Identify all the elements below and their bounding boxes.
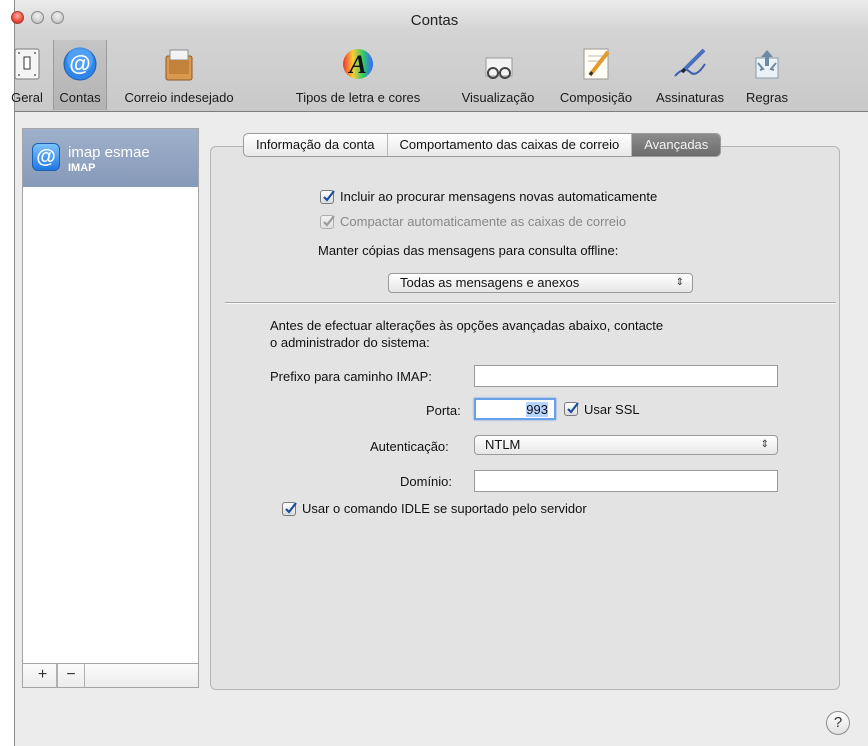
toolbar-label-composicao: Composição xyxy=(559,90,633,105)
checkmark-icon xyxy=(323,190,335,202)
keep-copies-popup[interactable]: Todas as mensagens e anexos ⇕ xyxy=(388,273,693,293)
toolbar-item-correio-indesejado[interactable]: Correio indesejado xyxy=(105,40,253,110)
port-label: Porta: xyxy=(426,403,461,418)
use-ssl-checkbox[interactable] xyxy=(564,402,579,416)
toolbar-label-assinaturas: Assinaturas xyxy=(656,90,724,105)
toolbar-item-visualizacao[interactable]: Visualização xyxy=(451,40,545,110)
use-ssl-label: Usar SSL xyxy=(584,402,640,417)
svg-text:@: @ xyxy=(69,51,90,76)
window-title: Contas xyxy=(410,12,459,29)
domain-label: Domínio: xyxy=(400,474,453,489)
section-divider xyxy=(225,302,836,304)
checkmark-icon xyxy=(285,502,297,514)
port-value: 993 xyxy=(526,402,548,417)
include-new-mail-label: Incluir ao procurar mensagens novas auto… xyxy=(340,189,658,204)
font-color-icon: A xyxy=(340,46,376,82)
signature-pen-icon xyxy=(672,46,708,82)
accounts-list-footer: + − xyxy=(23,663,198,687)
authentication-popup[interactable]: NTLM ⇕ xyxy=(474,435,778,455)
imap-prefix-field[interactable] xyxy=(474,365,778,387)
toolbar-label-visualizacao: Visualização xyxy=(461,90,535,105)
titlebar-toolbar: Contas Geral @ Contas Correio indesejado… xyxy=(11,0,868,112)
keep-copies-label: Manter cópias das mensagens para consult… xyxy=(318,243,619,258)
toolbar-item-composicao[interactable]: Composição xyxy=(549,40,643,110)
authentication-value: NTLM xyxy=(485,437,521,452)
updown-arrow-icon: ⇕ xyxy=(675,277,684,288)
include-new-mail-checkbox[interactable] xyxy=(320,190,335,204)
checkmark-icon xyxy=(323,215,335,227)
account-name: imap esmae xyxy=(68,144,150,161)
toolbar-label-contas: Contas xyxy=(59,90,101,105)
tab-informacao-da-conta[interactable]: Informação da conta xyxy=(244,134,388,156)
domain-field[interactable] xyxy=(474,470,778,492)
compact-mailboxes-checkbox[interactable] xyxy=(320,215,335,229)
help-button[interactable]: ? xyxy=(826,711,850,735)
toolbar-label-geral: Geral xyxy=(11,90,43,105)
account-row-imap-esmae[interactable]: @ imap esmae IMAP xyxy=(23,129,198,187)
toolbar-item-assinaturas[interactable]: Assinaturas xyxy=(647,40,733,110)
at-sign-icon: @ xyxy=(32,143,60,171)
accounts-list: @ imap esmae IMAP + − xyxy=(22,128,199,688)
port-field[interactable]: 993 xyxy=(474,398,556,420)
toolbar-label-tipos-de-letra: Tipos de letra e cores xyxy=(295,90,421,105)
add-account-button[interactable]: + xyxy=(29,664,57,687)
warning-text-line2: o administrador do sistema: xyxy=(270,335,430,350)
checkmark-icon xyxy=(567,402,579,414)
imap-prefix-label: Prefixo para caminho IMAP: xyxy=(270,369,432,384)
svg-text:A: A xyxy=(347,50,366,79)
tab-bar: Informação da conta Comportamento das ca… xyxy=(243,133,722,157)
compact-mailboxes-label: Compactar automaticamente as caixas de c… xyxy=(340,214,627,229)
account-type: IMAP xyxy=(68,162,96,174)
toolbar-item-regras[interactable]: Regras xyxy=(737,40,797,110)
warning-text-line1: Antes de efectuar alterações às opções a… xyxy=(270,318,664,333)
tab-comportamento[interactable]: Comportamento das caixas de correio xyxy=(388,134,633,156)
tab-avancadas[interactable]: Avançadas xyxy=(632,134,721,156)
rules-arrows-icon xyxy=(749,46,785,82)
keep-copies-value: Todas as mensagens e anexos xyxy=(400,275,580,290)
updown-arrow-icon: ⇕ xyxy=(760,439,769,450)
use-idle-label: Usar o comando IDLE se suportado pelo se… xyxy=(302,501,587,516)
toolbar-item-tipos-de-letra[interactable]: A Tipos de letra e cores xyxy=(281,40,435,110)
toolbar-label-regras: Regras xyxy=(746,90,788,105)
toolbar-item-geral[interactable]: Geral xyxy=(1,40,53,110)
toolbar-label-correio-indesejado: Correio indesejado xyxy=(124,90,234,105)
remove-account-button[interactable]: − xyxy=(57,664,85,687)
general-switch-icon xyxy=(9,46,45,82)
junk-mail-bin-icon xyxy=(161,46,197,82)
authentication-label: Autenticação: xyxy=(370,439,449,454)
toolbar-item-contas[interactable]: @ Contas xyxy=(53,40,107,110)
composing-pencil-icon xyxy=(578,46,614,82)
at-sign-icon: @ xyxy=(62,46,98,82)
use-idle-checkbox[interactable] xyxy=(282,502,297,516)
viewing-glasses-icon xyxy=(480,46,516,82)
